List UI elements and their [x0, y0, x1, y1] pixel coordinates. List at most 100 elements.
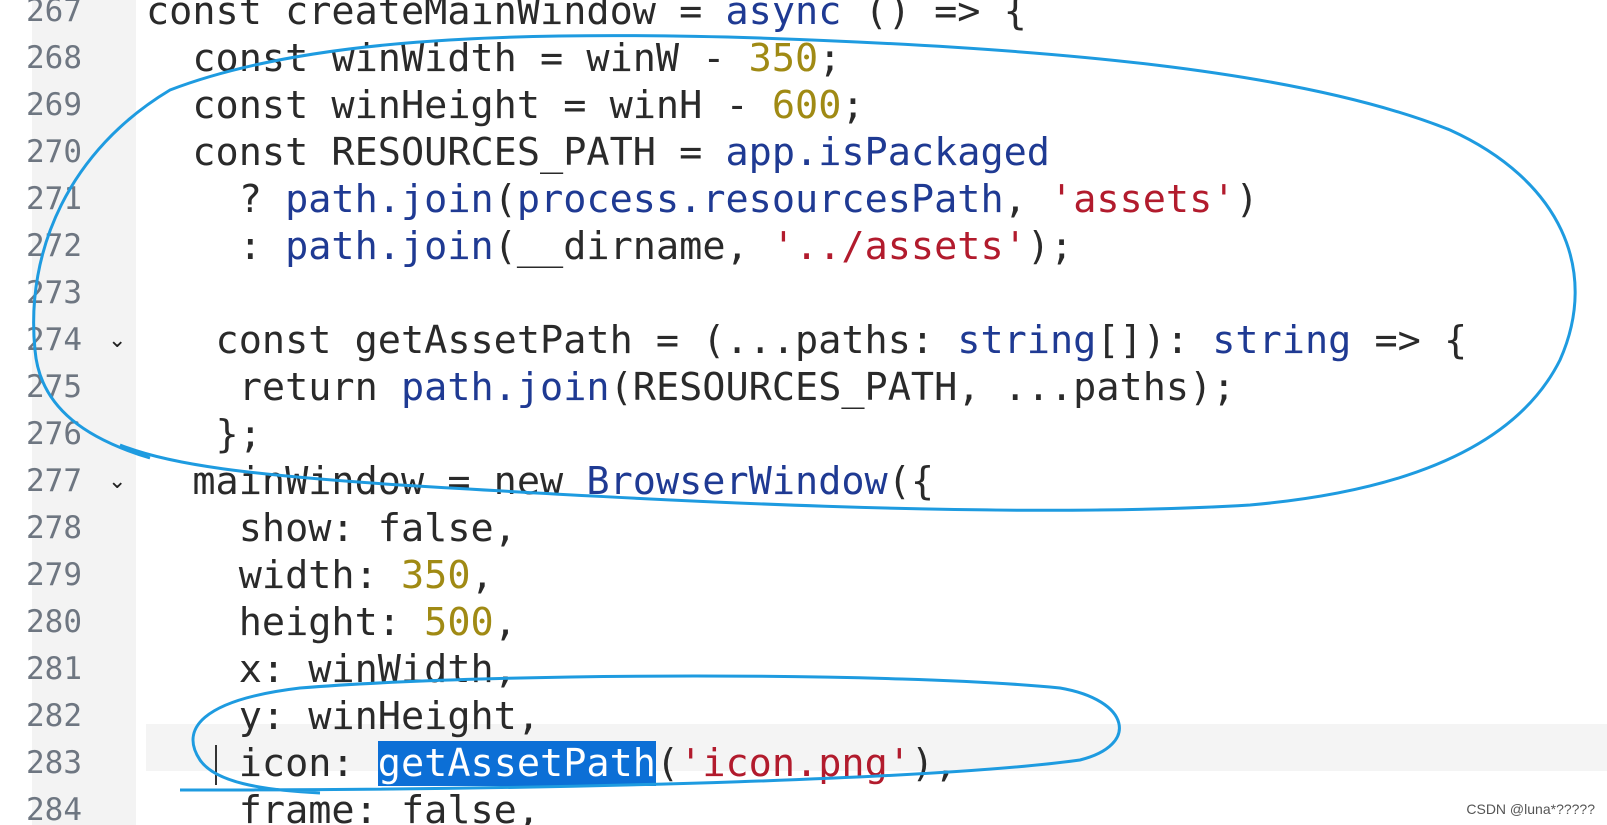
- code-token: (__dirname,: [493, 224, 772, 269]
- code-text[interactable]: mainWindow = new BrowserWindow({: [146, 458, 934, 505]
- line-number: 284: [26, 792, 82, 825]
- code-line[interactable]: 280 height: 500,: [0, 599, 1607, 646]
- code-token: async: [725, 0, 842, 34]
- fold-chevron-icon[interactable]: ⌄: [108, 458, 128, 505]
- code-token: ;: [841, 83, 865, 128]
- code-text[interactable]: return path.join(RESOURCES_PATH, ...path…: [146, 364, 1236, 411]
- code-token: () => {: [841, 0, 1027, 34]
- fold-chevron-icon[interactable]: ⌄: [108, 317, 128, 364]
- line-number: 277: [26, 463, 82, 499]
- code-text[interactable]: : path.join(__dirname, '../assets');: [146, 223, 1073, 270]
- code-text[interactable]: const createMainWindow = async () => {: [146, 0, 1027, 35]
- code-line[interactable]: 275 return path.join(RESOURCES_PATH, ...…: [0, 364, 1607, 411]
- code-token: mainWindow = new: [146, 459, 587, 504]
- code-token: process.resourcesPath: [516, 177, 1004, 222]
- code-text[interactable]: const RESOURCES_PATH = app.isPackaged: [146, 129, 1050, 176]
- code-line[interactable]: 276 };: [0, 411, 1607, 458]
- code-token: path.join: [400, 365, 610, 410]
- code-text[interactable]: x: winWidth,: [146, 646, 517, 693]
- line-number: 268: [26, 40, 82, 76]
- code-token: => {: [1351, 318, 1468, 363]
- code-token: return: [146, 365, 401, 410]
- line-number: 283: [26, 745, 82, 781]
- code-token: );: [1026, 224, 1074, 269]
- code-text[interactable]: frame: false,: [146, 787, 540, 825]
- line-number: 273: [26, 275, 82, 311]
- code-text[interactable]: const getAssetPath = (...paths: string[]…: [146, 317, 1468, 364]
- code-text[interactable]: const winWidth = winW - 350;: [146, 35, 841, 82]
- code-line[interactable]: 281 x: winWidth,: [0, 646, 1607, 693]
- line-number: 282: [26, 698, 82, 734]
- code-line[interactable]: 284 frame: false,: [0, 787, 1607, 825]
- line-number: 270: [26, 134, 82, 170]
- code-line[interactable]: 269 const winHeight = winH - 600;: [0, 82, 1607, 129]
- code-token: 600: [771, 83, 842, 128]
- code-text[interactable]: show: false,: [146, 505, 517, 552]
- line-number: 267: [26, 0, 82, 29]
- code-token: const winHeight = winH -: [146, 83, 772, 128]
- line-number: 278: [26, 510, 82, 546]
- code-token: (: [493, 177, 517, 222]
- line-number: 280: [26, 604, 82, 640]
- code-line[interactable]: 279 width: 350,: [0, 552, 1607, 599]
- code-line[interactable]: 271 ? path.join(process.resourcesPath, '…: [0, 176, 1607, 223]
- code-line[interactable]: 283 icon: getAssetPath('icon.png'),: [0, 740, 1607, 787]
- code-token: y: winHeight,: [146, 694, 541, 739]
- watermark: CSDN @luna*?????: [1466, 801, 1595, 817]
- code-line[interactable]: 274 ⌄ const getAssetPath = (...paths: str…: [0, 317, 1607, 364]
- code-text[interactable]: height: 500,: [146, 599, 517, 646]
- code-token: ({: [887, 459, 935, 504]
- code-token: 350: [748, 36, 819, 81]
- code-token: 'assets': [1050, 177, 1236, 222]
- code-token: show: false,: [146, 506, 517, 551]
- code-token: ,: [470, 553, 494, 598]
- code-token: height:: [146, 600, 425, 645]
- code-token: :: [146, 224, 286, 269]
- text-cursor: [215, 745, 217, 785]
- code-token: []):: [1096, 318, 1213, 363]
- code-token: ,: [493, 600, 517, 645]
- code-line[interactable]: 268 const winWidth = winW - 350;: [0, 35, 1607, 82]
- line-number: 275: [26, 369, 82, 405]
- code-token: 'icon.png': [679, 741, 911, 786]
- code-token: icon:: [146, 741, 378, 786]
- code-token: (RESOURCES_PATH, ...paths);: [609, 365, 1236, 410]
- code-text[interactable]: ? path.join(process.resourcesPath, 'asse…: [146, 176, 1259, 223]
- code-token: const winWidth = winW -: [146, 36, 749, 81]
- code-text[interactable]: width: 350,: [146, 552, 494, 599]
- code-token: frame: false,: [146, 788, 541, 825]
- code-line[interactable]: 273: [0, 270, 1607, 317]
- code-token: width:: [146, 553, 401, 598]
- code-line[interactable]: 267 const createMainWindow = async () => …: [0, 0, 1607, 35]
- code-token: ,: [1003, 177, 1051, 222]
- code-token: (: [655, 741, 680, 786]
- code-text[interactable]: };: [146, 411, 262, 458]
- code-line[interactable]: 272 : path.join(__dirname, '../assets');: [0, 223, 1607, 270]
- code-token: const RESOURCES_PATH =: [146, 130, 726, 175]
- code-text[interactable]: icon: getAssetPath('icon.png'),: [146, 740, 957, 787]
- code-token: string: [1212, 318, 1352, 363]
- code-token: app.isPackaged: [725, 130, 1050, 175]
- code-token: ): [1235, 177, 1259, 222]
- code-editor[interactable]: 267 const createMainWindow = async () => …: [0, 0, 1607, 825]
- line-number: 272: [26, 228, 82, 264]
- code-token: const createMainWindow =: [146, 0, 726, 34]
- code-line[interactable]: 282 y: winHeight,: [0, 693, 1607, 740]
- line-number: 269: [26, 87, 82, 123]
- code-token: string: [957, 318, 1097, 363]
- line-number: 274: [26, 322, 82, 358]
- code-token: BrowserWindow: [586, 459, 888, 504]
- code-text[interactable]: const winHeight = winH - 600;: [146, 82, 865, 129]
- code-token: };: [146, 412, 262, 457]
- code-line[interactable]: 277 ⌄ mainWindow = new BrowserWindow({: [0, 458, 1607, 505]
- code-text[interactable]: y: winHeight,: [146, 693, 540, 740]
- line-number: 279: [26, 557, 82, 593]
- code-token: 350: [400, 553, 471, 598]
- line-number: 281: [26, 651, 82, 687]
- code-line[interactable]: 270 const RESOURCES_PATH = app.isPackage…: [0, 129, 1607, 176]
- code-token: const getAssetPath = (...paths:: [146, 318, 958, 363]
- code-line[interactable]: 278 show: false,: [0, 505, 1607, 552]
- code-token: ?: [146, 177, 286, 222]
- code-token: path.join: [285, 224, 494, 269]
- line-number: 276: [26, 416, 82, 452]
